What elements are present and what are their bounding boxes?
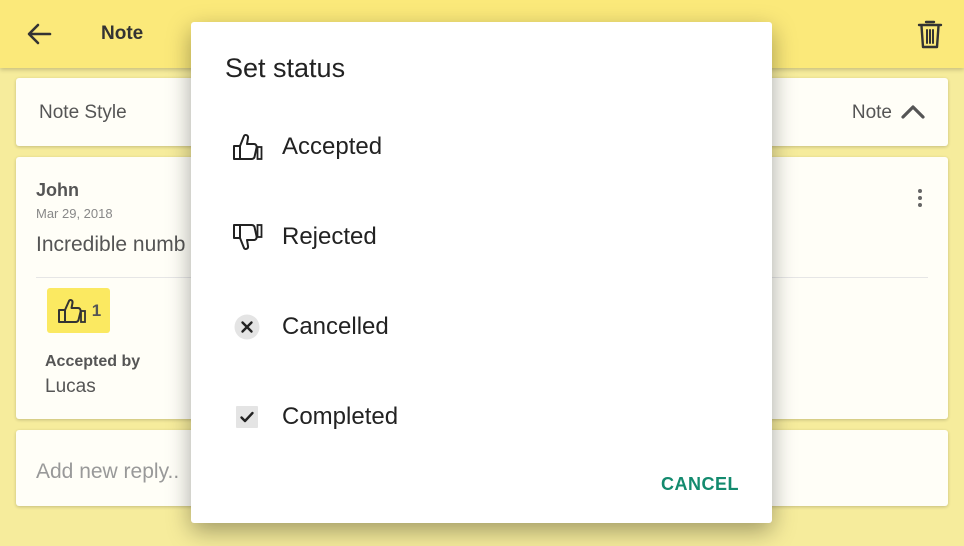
option-label: Accepted <box>282 133 383 160</box>
status-option-list: Accepted Rejected Cancelled Completed <box>191 102 772 429</box>
cancel-button[interactable]: CANCEL <box>650 462 750 506</box>
option-label: Completed <box>282 403 399 429</box>
option-cancelled[interactable]: Cancelled <box>191 282 772 372</box>
cancel-circle-icon <box>229 309 265 345</box>
thumbs-up-icon <box>229 129 265 165</box>
checkbox-checked-icon <box>229 399 265 429</box>
option-rejected[interactable]: Rejected <box>191 192 772 282</box>
dialog-title: Set status <box>225 53 346 83</box>
thumbs-down-icon <box>229 219 265 255</box>
set-status-dialog: Set status Accepted Rejected Cancelled C… <box>191 22 772 523</box>
option-label: Rejected <box>282 223 377 250</box>
option-label: Cancelled <box>282 313 389 340</box>
option-completed[interactable]: Completed <box>191 372 772 429</box>
option-accepted[interactable]: Accepted <box>191 102 772 192</box>
